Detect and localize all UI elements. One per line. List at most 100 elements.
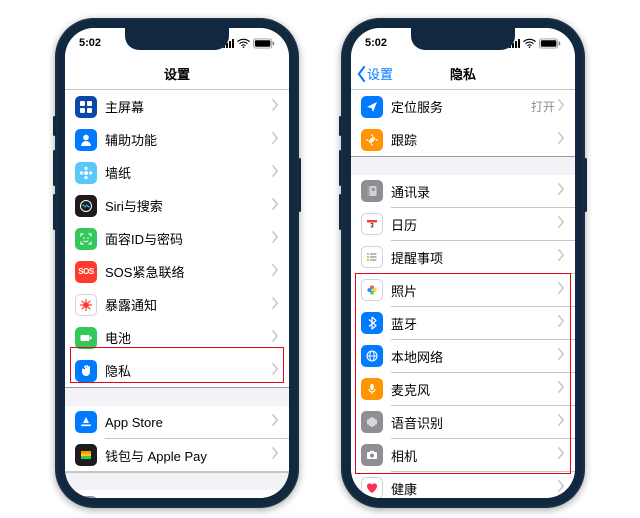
- row-label: 辅助功能: [105, 130, 272, 149]
- contacts-icon: [361, 180, 383, 202]
- disclosure-chevron-icon: [558, 446, 565, 464]
- disclosure-chevron-icon: [558, 215, 565, 233]
- row-label: 提醒事项: [391, 248, 558, 267]
- disclosure-chevron-icon: [272, 263, 279, 281]
- settings-row-localnet[interactable]: 本地网络: [351, 340, 575, 373]
- settings-row-wallet[interactable]: 钱包与 Apple Pay: [65, 439, 289, 472]
- disclosure-chevron-icon: [272, 446, 279, 464]
- notch: [411, 28, 515, 50]
- row-label: 主屏幕: [105, 97, 272, 116]
- speech-icon: [361, 411, 383, 433]
- row-label: 跟踪: [391, 130, 558, 149]
- privacy-icon: [75, 360, 97, 382]
- row-label: 照片: [391, 281, 558, 300]
- settings-row-exposure[interactable]: 暴露通知: [65, 288, 289, 321]
- wifi-icon: [523, 38, 536, 48]
- row-label: App Store: [105, 415, 272, 430]
- nav-bar: 设置 隐私: [351, 58, 575, 90]
- tracking-icon: [361, 129, 383, 151]
- settings-row-battery[interactable]: 电池: [65, 321, 289, 354]
- disclosure-chevron-icon: [272, 98, 279, 116]
- settings-row-accessibility[interactable]: 辅助功能: [65, 123, 289, 156]
- disclosure-chevron-icon: [558, 314, 565, 332]
- row-label: 隐私: [105, 361, 272, 380]
- row-label: 墙纸: [105, 163, 272, 182]
- location-icon: [361, 96, 383, 118]
- settings-row-privacy[interactable]: 隐私: [65, 354, 289, 387]
- settings-row-bluetooth[interactable]: 蓝牙: [351, 307, 575, 340]
- back-button[interactable]: 设置: [357, 64, 393, 83]
- passwords-icon: [75, 496, 97, 499]
- disclosure-chevron-icon: [272, 296, 279, 314]
- row-label: 定位服务: [391, 97, 531, 116]
- settings-row-camera[interactable]: 相机: [351, 439, 575, 472]
- disclosure-chevron-icon: [272, 498, 279, 499]
- reminders-icon: [361, 246, 383, 268]
- disclosure-chevron-icon: [272, 164, 279, 182]
- settings-row-reminders[interactable]: 提醒事项: [351, 241, 575, 274]
- disclosure-chevron-icon: [272, 230, 279, 248]
- nav-bar: 设置: [65, 58, 289, 90]
- settings-group: 密码邮件通讯录: [65, 490, 289, 498]
- settings-row-siri[interactable]: Siri与搜索: [65, 189, 289, 222]
- settings-row-passwords[interactable]: 密码: [65, 490, 289, 498]
- phone-left: 5:02 设置 主屏幕辅助功能墙纸Siri与搜索面容ID与密码SOSSOS紧急联…: [55, 18, 299, 508]
- wallet-icon: [75, 444, 97, 466]
- disclosure-chevron-icon: [558, 281, 565, 299]
- disclosure-chevron-icon: [558, 347, 565, 365]
- status-time: 5:02: [365, 37, 387, 49]
- row-label: 日历: [391, 215, 558, 234]
- settings-row-appstore[interactable]: App Store: [65, 406, 289, 439]
- row-label: 本地网络: [391, 347, 558, 366]
- settings-row-calendar[interactable]: 日历: [351, 208, 575, 241]
- settings-row-wallpaper[interactable]: 墙纸: [65, 156, 289, 189]
- siri-icon: [75, 195, 97, 217]
- photos-icon: [361, 279, 383, 301]
- settings-row-home-screen[interactable]: 主屏幕: [65, 90, 289, 123]
- disclosure-chevron-icon: [272, 329, 279, 347]
- row-value: 打开: [531, 98, 555, 115]
- disclosure-chevron-icon: [558, 98, 565, 116]
- microphone-icon: [361, 378, 383, 400]
- settings-group: 定位服务打开跟踪: [351, 90, 575, 157]
- battery-icon: [253, 38, 275, 49]
- localnet-icon: [361, 345, 383, 367]
- settings-row-microphone[interactable]: 麦克风: [351, 373, 575, 406]
- camera-icon: [361, 444, 383, 466]
- nav-title: 设置: [164, 64, 190, 83]
- settings-row-tracking[interactable]: 跟踪: [351, 123, 575, 156]
- sos-icon: SOS: [75, 261, 97, 283]
- settings-group: 通讯录日历提醒事项照片蓝牙本地网络麦克风语音识别相机健康: [351, 175, 575, 499]
- settings-group: 主屏幕辅助功能墙纸 Siri与搜索面容ID与密码 SOS SOS紧急联络暴露通知电池隐…: [65, 90, 289, 388]
- exposure-icon: [75, 294, 97, 316]
- settings-row-speech[interactable]: 语音识别: [351, 406, 575, 439]
- row-label: 蓝牙: [391, 314, 558, 333]
- settings-row-contacts[interactable]: 通讯录: [351, 175, 575, 208]
- disclosure-chevron-icon: [558, 380, 565, 398]
- phone-right: 5:02 设置 隐私 定位服务打开跟踪通讯录日历提醒事项照片蓝牙本地网络: [341, 18, 585, 508]
- settings-row-location[interactable]: 定位服务打开: [351, 90, 575, 123]
- disclosure-chevron-icon: [558, 413, 565, 431]
- row-label: 语音识别: [391, 413, 558, 432]
- health-icon: [361, 477, 383, 498]
- settings-row-photos[interactable]: 照片: [351, 274, 575, 307]
- settings-row-faceid[interactable]: 面容ID与密码: [65, 222, 289, 255]
- disclosure-chevron-icon: [558, 479, 565, 497]
- row-label: 电池: [105, 328, 272, 347]
- row-label: SOS紧急联络: [105, 262, 272, 281]
- disclosure-chevron-icon: [558, 248, 565, 266]
- faceid-icon: [75, 228, 97, 250]
- row-label: 麦克风: [391, 380, 558, 399]
- settings-row-sos[interactable]: SOS SOS紧急联络: [65, 255, 289, 288]
- disclosure-chevron-icon: [558, 131, 565, 149]
- disclosure-chevron-icon: [272, 197, 279, 215]
- row-label: Siri与搜索: [105, 196, 272, 215]
- row-label: 通讯录: [391, 182, 558, 201]
- row-label: 暴露通知: [105, 295, 272, 314]
- accessibility-icon: [75, 129, 97, 151]
- settings-row-health[interactable]: 健康: [351, 472, 575, 499]
- battery-icon: [75, 327, 97, 349]
- disclosure-chevron-icon: [272, 362, 279, 380]
- bluetooth-icon: [361, 312, 383, 334]
- disclosure-chevron-icon: [272, 131, 279, 149]
